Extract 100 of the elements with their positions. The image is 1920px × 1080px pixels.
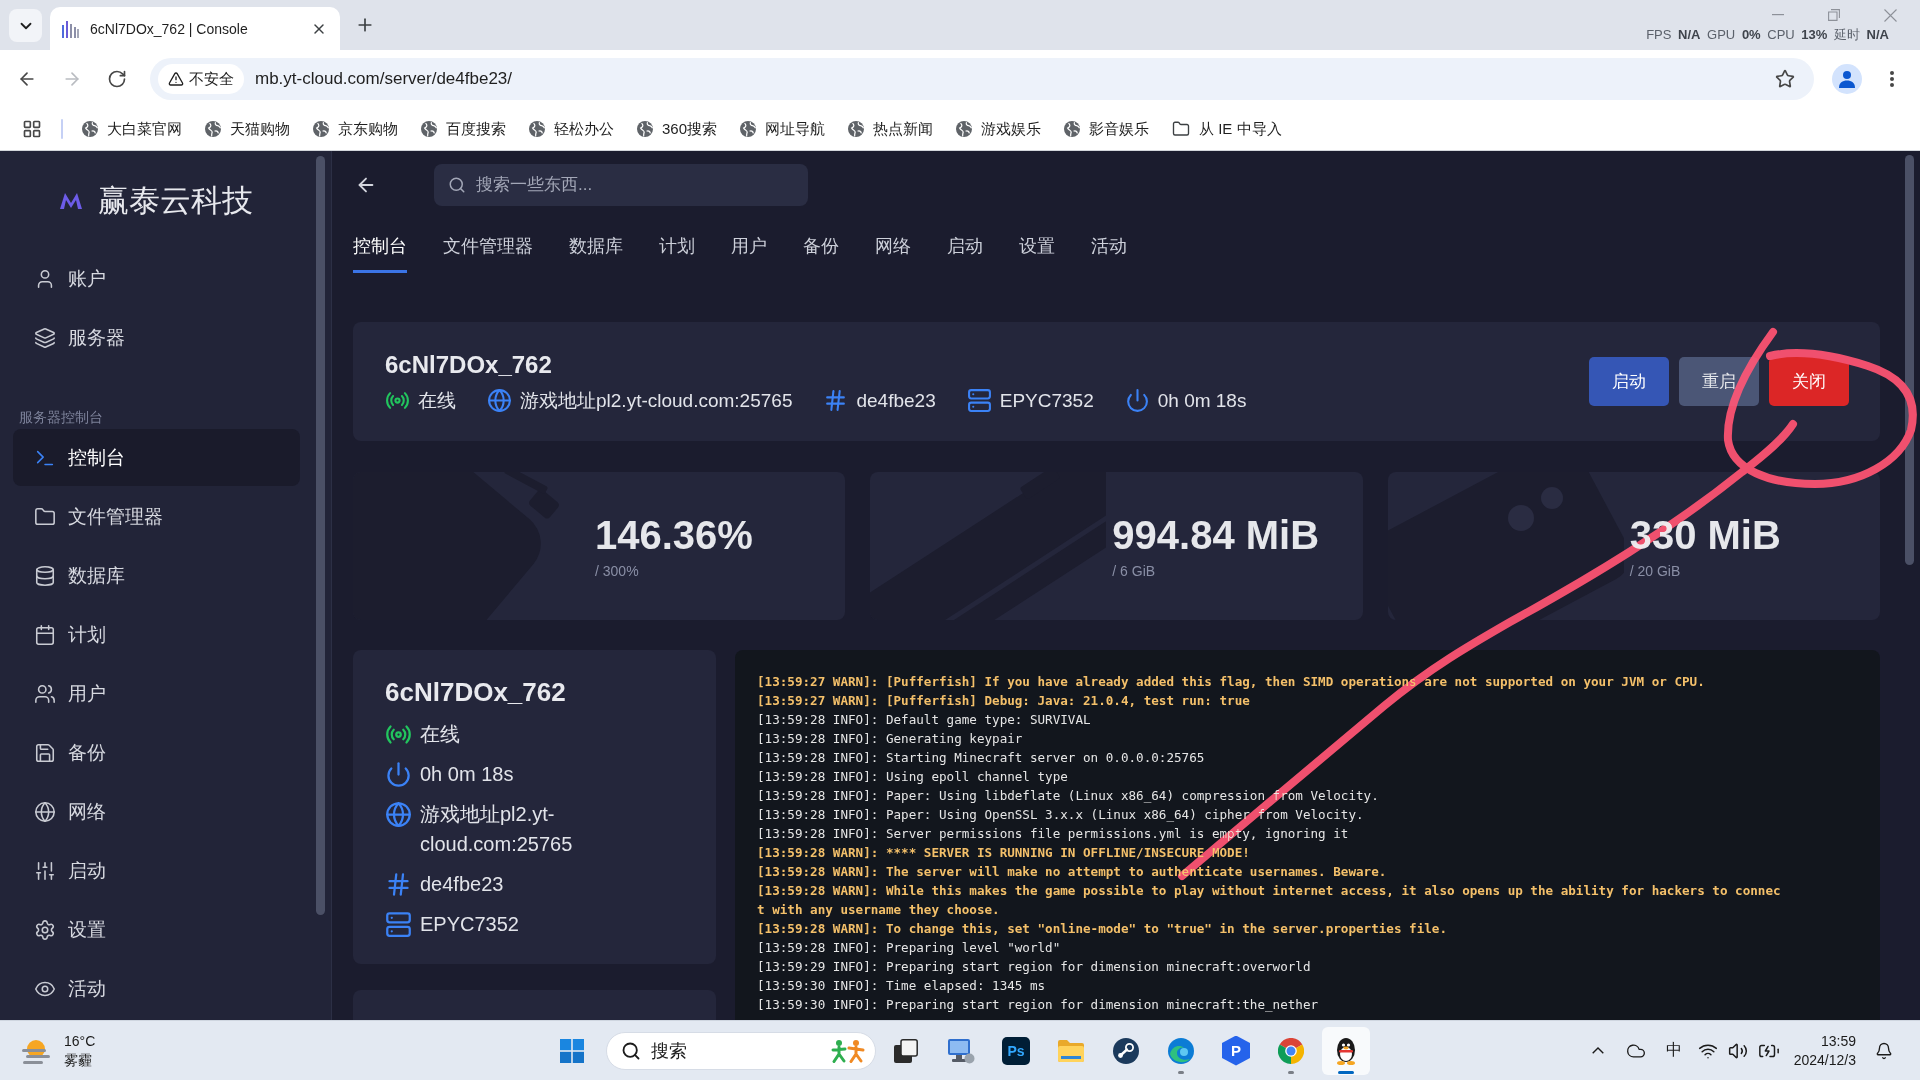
bookmark-link[interactable]: 360搜索 [637,119,718,139]
task-view-icon [894,1038,918,1063]
layers-icon [34,326,56,349]
start-button[interactable]: 启动 [1589,357,1669,406]
usage-limit: / 20 GiB [1629,562,1681,580]
search-field[interactable]: 搜索一些东西... [434,164,808,206]
log-line: [13:59:28 INFO]: Preparing level "world" [757,939,1061,957]
sidebar-item[interactable]: 数据库 [13,547,300,604]
search-input[interactable]: 搜索一些东西... [476,172,794,198]
bookmark-link[interactable]: 轻松办公 [529,119,614,139]
chevron-up-icon [1591,1047,1604,1054]
tab[interactable]: 用户 [731,228,767,273]
power-icon [385,760,412,788]
log-line: [13:59:30 INFO]: Preparing start region for dimension minecraft:the_nether [757,996,1319,1014]
search-icon [621,1040,641,1061]
tab[interactable]: 数据库 [569,228,623,273]
bookmark-link[interactable]: 天猫购物 [205,119,290,139]
bookmark-link[interactable]: 网址导航 [740,119,826,139]
bookmark-folder[interactable]: 从 IE 中导入 [1172,119,1282,139]
power-icon [1124,388,1150,413]
sidebar-item[interactable]: 网络 [13,783,300,840]
server-id-text: de4fbe23 [420,872,504,897]
tab[interactable]: 设置 [1019,228,1055,273]
sidebar-item[interactable]: 服务器 [13,309,300,366]
tab[interactable]: 网络 [875,228,911,273]
weather-widget[interactable]: 16°C 雾霾 [20,1031,96,1070]
browser-tab[interactable]: 6cNl7DOx_762 | Console [50,7,340,50]
sidebar-item[interactable]: 计划 [13,606,300,663]
address-text: 游戏地址pl2.yt-cloud.com:25765 [520,388,793,413]
minimize-icon [1772,14,1784,16]
server-id-text: de4fbe23 [856,388,936,413]
section-label: 服务器控制台 [18,408,103,427]
swirl-circle-icon [1168,1037,1194,1064]
globe-icon [34,800,56,823]
bookmark-link[interactable]: 热点新闻 [848,119,934,139]
usage-limit: / 300% [595,562,639,580]
taskbar-app[interactable]: P [1212,1026,1260,1075]
taskbar-app[interactable]: Ps [992,1026,1040,1075]
database-icon [34,564,56,587]
usage-value: 146.36% [595,512,753,558]
input-method-button[interactable]: 中 [1659,1034,1688,1067]
stop-button[interactable]: 关闭 [1769,357,1849,406]
profile-button[interactable] [1832,64,1862,94]
tab[interactable]: 计划 [659,228,695,273]
sidebar-item[interactable]: 设置 [13,901,300,958]
sidebar-item[interactable]: 文件管理器 [13,488,300,545]
tab[interactable]: 启动 [947,228,983,273]
status-text: 在线 [420,722,460,747]
bookmark-link[interactable]: 影音娱乐 [1064,119,1150,139]
log-line: [13:59:28 WARN]: **** SERVER IS RUNNING IN OFFLINE/INSECURE MODE! [757,844,1250,862]
tricolor-circle-icon [1278,1037,1304,1064]
clock-button[interactable]: 13:59 2024/12/3 [1789,1031,1860,1070]
folder-icon [1057,1038,1085,1063]
scrollbar-thumb[interactable] [316,156,325,915]
globe-icon [421,121,437,137]
folder-icon [1172,120,1191,138]
warning-icon [168,71,184,87]
address-bar[interactable]: 不安全 mb.yt-cloud.com/server/de4fbe23/ [150,58,1814,100]
penguin-icon [1334,1036,1358,1065]
log-line: [13:59:30 INFO]: Time elapsed: 1345 ms [757,977,1046,995]
node-name-text: EPYC7352 [999,388,1094,413]
globe-icon [848,121,865,137]
disc-logo-icon [1113,1037,1139,1064]
sidebar-item[interactable]: 账户 [13,250,300,307]
sidebar-item[interactable]: 控制台 [13,429,300,486]
person-icon [1838,70,1856,88]
sidebar-item[interactable]: 活动 [13,960,300,1017]
menu-icon [1890,71,1894,87]
tab[interactable]: 备份 [803,228,839,273]
bookmark-link[interactable]: 京东购物 [313,119,398,139]
globe-icon [529,121,545,137]
usage-value: 994.84 MiB [1112,512,1320,558]
logo-icon [60,193,82,209]
sidebar-item[interactable]: 用户 [13,665,300,722]
brand-name: 赢泰云科技 [98,182,253,220]
usage-limit: / 6 GiB [1112,562,1156,580]
search-icon [448,176,466,194]
taskbar-search[interactable]: 搜索 [606,1031,876,1070]
tab[interactable]: 活动 [1091,228,1127,273]
letter-tile-logo: Ps [1002,1036,1030,1065]
globe-icon [637,121,653,137]
performance-overlay: FPS N/A GPU 0% CPU 13% 延时 N/A [1646,27,1889,43]
security-indicator[interactable]: 不安全 [158,64,244,94]
star-icon [1775,69,1795,89]
bars-favicon-icon [61,19,79,38]
tab[interactable]: 文件管理器 [443,228,533,273]
server-icon [385,910,412,938]
scrollbar-thumb[interactable] [1905,155,1914,565]
bookmark-link[interactable]: 大白菜官网 [82,119,182,139]
tab[interactable]: 控制台 [353,228,407,273]
sidebar-item[interactable]: 启动 [13,842,300,899]
sidebar-item[interactable]: 备份 [13,724,300,781]
taskbar-app[interactable] [1322,1026,1370,1075]
apps-grid-icon[interactable] [22,119,42,139]
globe-icon [385,800,412,828]
hash-icon [385,870,412,898]
tab-list-button[interactable] [9,9,42,42]
bookmark-link[interactable]: 游戏娱乐 [956,119,1042,139]
bookmark-link[interactable]: 百度搜索 [421,119,506,139]
server-name: 6cNl7DOx_762 [385,676,566,708]
